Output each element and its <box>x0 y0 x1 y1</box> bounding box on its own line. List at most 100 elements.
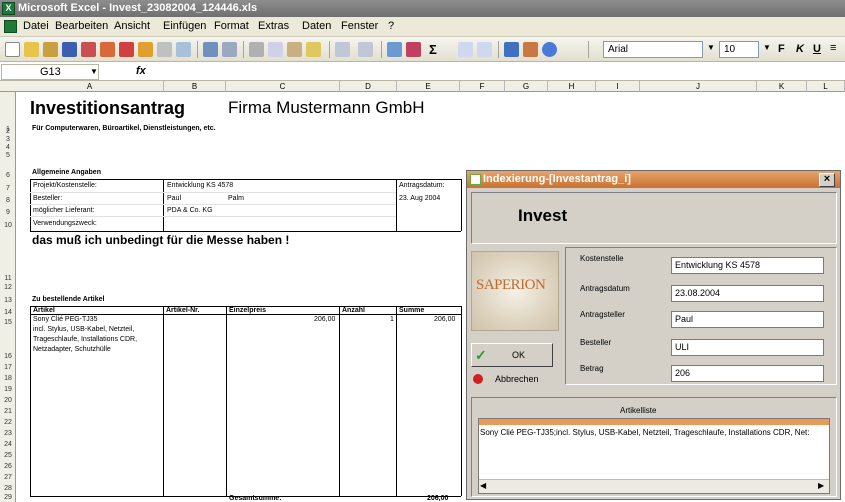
menu-fenster[interactable]: Fenster <box>341 20 378 32</box>
menu-ansicht[interactable]: Ansicht <box>114 20 150 32</box>
column-header[interactable]: K <box>757 81 807 92</box>
kostenstelle-field[interactable]: Entwicklung KS 4578 <box>671 257 824 274</box>
row-header[interactable]: 15 <box>0 319 16 326</box>
row-header[interactable]: 13 <box>0 297 16 304</box>
column-header[interactable]: F <box>460 81 505 92</box>
row-header[interactable]: 7 <box>0 185 16 192</box>
row-header[interactable]: 3 <box>0 136 16 143</box>
column-header[interactable]: D <box>340 81 397 92</box>
help-icon[interactable] <box>542 42 557 57</box>
row-header[interactable]: 20 <box>0 397 16 404</box>
article-list[interactable]: Sony Clié PEG-TJ35;incl. Stylus, USB-Kab… <box>478 418 830 494</box>
row-header[interactable]: 21 <box>0 408 16 415</box>
column-header[interactable]: B <box>164 81 226 92</box>
arrow-left-icon[interactable]: ◀ <box>480 481 486 490</box>
row-header[interactable]: 24 <box>0 441 16 448</box>
print-preview-icon[interactable] <box>176 42 191 57</box>
close-button[interactable]: × <box>819 173 835 187</box>
row-header[interactable]: 25 <box>0 452 16 459</box>
row-header[interactable]: 27 <box>0 474 16 481</box>
open-icon[interactable] <box>24 42 39 57</box>
besteller-field[interactable]: ULI <box>671 339 824 356</box>
cut-icon[interactable] <box>249 42 264 57</box>
row-header[interactable]: 19 <box>0 386 16 393</box>
menu-bearbeiten[interactable]: Bearbeiten <box>55 20 108 32</box>
menu-extras[interactable]: Extras <box>258 20 289 32</box>
autosum-icon[interactable]: Σ <box>429 42 437 57</box>
row-header[interactable]: 26 <box>0 463 16 470</box>
arrow-right-icon[interactable]: ▶ <box>818 481 824 490</box>
row-header[interactable]: 12 <box>0 284 16 291</box>
row-header[interactable]: 8 <box>0 197 16 204</box>
column-header[interactable]: G <box>505 81 548 92</box>
row-header[interactable]: 4 <box>0 144 16 151</box>
redo-icon[interactable] <box>358 42 373 57</box>
row-header[interactable]: 16 <box>0 353 16 360</box>
row-header[interactable]: 2 <box>0 128 16 135</box>
align-left-icon[interactable]: ≡ <box>830 42 836 54</box>
mail-icon[interactable] <box>100 42 115 57</box>
cancel-button[interactable]: Abbrechen <box>495 374 539 384</box>
menu-daten[interactable]: Daten <box>302 20 331 32</box>
sort-ascending-icon[interactable] <box>458 42 473 57</box>
folder-icon[interactable] <box>43 42 58 57</box>
row-header[interactable]: 5 <box>0 152 16 159</box>
row-header[interactable]: 22 <box>0 419 16 426</box>
research-icon[interactable] <box>222 42 237 57</box>
menu-datei[interactable]: Datei <box>23 20 49 32</box>
chart-wizard-icon[interactable] <box>406 42 421 57</box>
font-size-select[interactable]: 10 <box>719 41 759 58</box>
antragsdatum-field[interactable]: 23.08.2004 <box>671 285 824 302</box>
chevron-down-icon[interactable]: ▼ <box>763 43 771 52</box>
chevron-down-icon[interactable]: ▼ <box>707 43 715 52</box>
row-header[interactable]: 11 <box>0 275 16 282</box>
publish-icon[interactable] <box>138 42 153 57</box>
column-header[interactable]: J <box>640 81 757 92</box>
menu-format[interactable]: Format <box>214 20 249 32</box>
permission-icon[interactable] <box>81 42 96 57</box>
underline-button[interactable]: U <box>813 43 821 55</box>
column-header[interactable]: L <box>807 81 845 92</box>
row-header[interactable]: 17 <box>0 364 16 371</box>
paste-icon[interactable] <box>287 42 302 57</box>
print-icon[interactable] <box>157 42 172 57</box>
menu-einfuegen[interactable]: Einfügen <box>163 20 206 32</box>
save-icon[interactable] <box>62 42 77 57</box>
antragsteller-field[interactable]: Paul <box>671 311 824 328</box>
drawing-icon[interactable] <box>523 42 538 57</box>
row-header[interactable]: 14 <box>0 309 16 316</box>
column-header[interactable]: I <box>596 81 640 92</box>
row-header[interactable]: 29 <box>0 494 16 501</box>
undo-icon[interactable] <box>335 42 350 57</box>
betrag-field[interactable]: 206 <box>671 365 824 382</box>
column-header[interactable]: E <box>397 81 460 92</box>
function-icon[interactable]: fx <box>136 65 146 77</box>
ok-button[interactable]: ✓ OK <box>471 343 553 367</box>
italic-button[interactable]: K <box>796 43 804 55</box>
bold-button[interactable]: F <box>778 43 785 55</box>
row-header[interactable]: 9 <box>0 209 16 216</box>
chevron-down-icon[interactable]: ▼ <box>90 67 98 76</box>
font-name-select[interactable]: Arial <box>603 41 703 58</box>
hyperlink-icon[interactable] <box>387 42 402 57</box>
column-header[interactable]: A <box>16 81 164 92</box>
menu-help[interactable]: ? <box>388 20 394 32</box>
excel-doc-icon[interactable] <box>4 20 17 33</box>
sort-descending-icon[interactable] <box>477 42 492 57</box>
print-area-icon[interactable] <box>119 42 134 57</box>
horizontal-scrollbar[interactable]: ◀ ▶ <box>479 479 829 493</box>
name-box[interactable]: G13 <box>1 64 99 80</box>
row-header[interactable]: 28 <box>0 485 16 492</box>
row-header[interactable]: 18 <box>0 375 16 382</box>
article-list-item[interactable]: Sony Clié PEG-TJ35;incl. Stylus, USB-Kab… <box>480 428 828 437</box>
new-icon[interactable] <box>5 42 20 57</box>
format-painter-icon[interactable] <box>306 42 321 57</box>
row-header[interactable]: 10 <box>0 222 16 229</box>
column-header[interactable]: H <box>548 81 596 92</box>
column-header[interactable]: C <box>226 81 340 92</box>
copy-icon[interactable] <box>268 42 283 57</box>
chart-icon[interactable] <box>504 42 519 57</box>
spellcheck-icon[interactable] <box>203 42 218 57</box>
row-header[interactable]: 6 <box>0 172 16 179</box>
row-header[interactable]: 23 <box>0 430 16 437</box>
